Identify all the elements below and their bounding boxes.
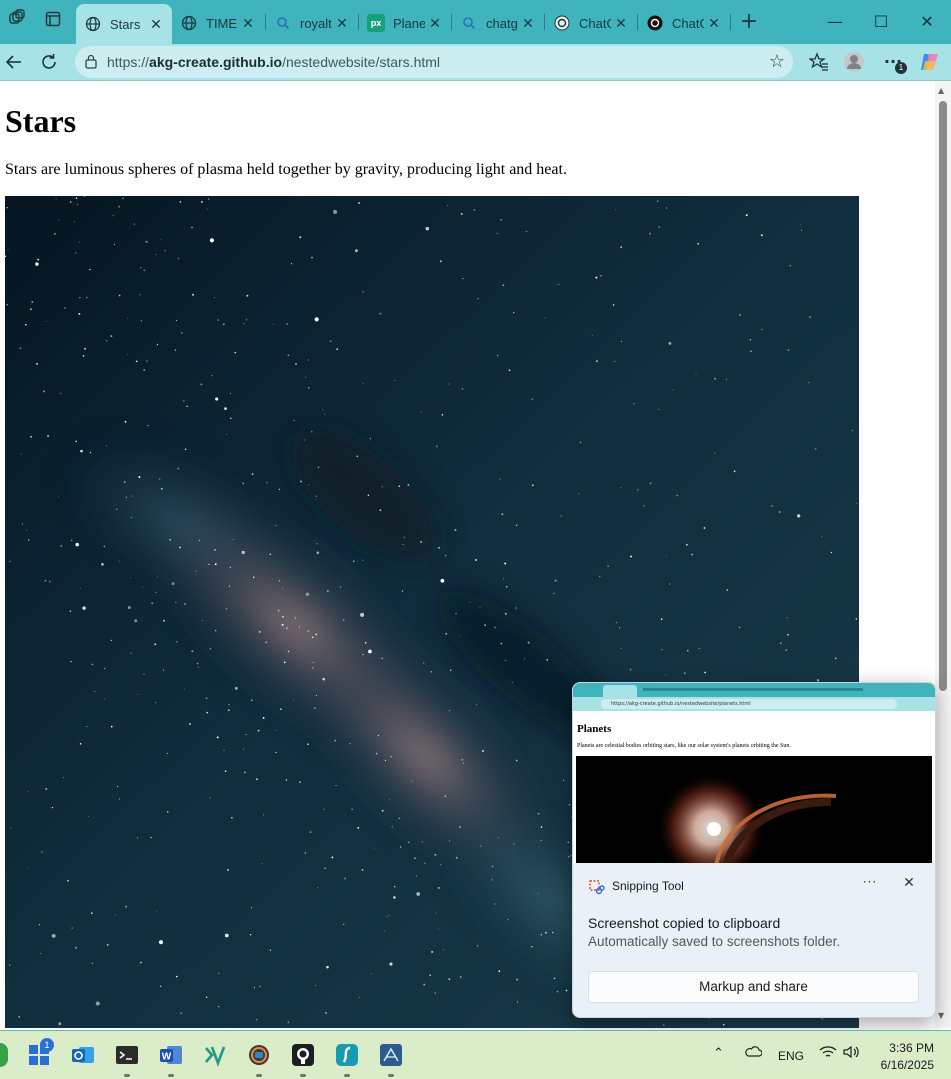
github-icon[interactable] bbox=[291, 1043, 315, 1067]
notification-heading: Screenshot copied to clipboard bbox=[588, 915, 781, 931]
wifi-icon[interactable] bbox=[819, 1045, 837, 1062]
close-window-button[interactable]: ✕ bbox=[904, 0, 950, 44]
refresh-button[interactable] bbox=[35, 48, 63, 76]
maximize-button[interactable]: ☐ bbox=[858, 0, 904, 44]
preview-title: Planets bbox=[577, 723, 612, 735]
chatgpt-icon bbox=[646, 14, 664, 32]
widgets-icon[interactable] bbox=[0, 1043, 8, 1067]
tab-planet[interactable]: px Planet ✕ bbox=[359, 5, 451, 41]
scroll-thumb[interactable] bbox=[939, 101, 947, 691]
profile-avatar[interactable] bbox=[840, 48, 868, 76]
tab-stars[interactable]: Stars ✕ bbox=[76, 4, 172, 44]
screenshot-preview[interactable]: https://akg-create.github.io/nestedwebsi… bbox=[573, 683, 935, 863]
close-tab-icon[interactable]: ✕ bbox=[146, 16, 166, 33]
new-tab-button[interactable]: + bbox=[736, 9, 762, 35]
search-icon bbox=[460, 14, 478, 32]
close-tab-icon[interactable]: ✕ bbox=[704, 15, 724, 32]
tab-strip: Stars ✕ TIME I ✕ royalty ✕ px Planet ✕ c… bbox=[0, 0, 951, 44]
tab-title: ChatG bbox=[579, 15, 611, 31]
terminal-icon[interactable] bbox=[115, 1043, 139, 1067]
notification-app-name: Snipping Tool bbox=[612, 879, 684, 893]
planet-eclipse-image bbox=[576, 756, 932, 863]
sql-icon[interactable] bbox=[379, 1043, 403, 1067]
tab-chatgpt-2[interactable]: ChatG ✕ bbox=[638, 5, 730, 41]
back-button[interactable] bbox=[0, 48, 28, 76]
url-text[interactable]: https://akg-create.github.io/nestedwebsi… bbox=[107, 54, 440, 70]
markup-and-share-button[interactable]: Markup and share bbox=[588, 971, 919, 1003]
running-indicator bbox=[256, 1074, 262, 1077]
pexels-icon: px bbox=[367, 14, 385, 32]
url-scheme: https:// bbox=[107, 54, 150, 70]
tab-time[interactable]: TIME I ✕ bbox=[172, 5, 264, 41]
running-indicator bbox=[344, 1074, 350, 1077]
preview-description: Planets are celestial bodies orbiting st… bbox=[577, 743, 791, 749]
vertical-scrollbar[interactable]: ▲ ▼ bbox=[935, 81, 951, 1028]
notification-more-button[interactable]: ··· bbox=[859, 875, 881, 889]
clock-time[interactable]: 3:36 PM bbox=[889, 1041, 934, 1055]
running-indicator bbox=[300, 1074, 306, 1077]
tab-chatgpt-search[interactable]: chatgp ✕ bbox=[452, 5, 544, 41]
tab-title: royalty bbox=[300, 15, 332, 31]
lock-icon[interactable] bbox=[85, 54, 97, 73]
onedrive-icon[interactable] bbox=[744, 1045, 763, 1060]
surfshark-icon[interactable] bbox=[335, 1043, 359, 1067]
tab-separator bbox=[730, 14, 731, 30]
minimize-button[interactable]: — bbox=[812, 0, 858, 44]
outlook-icon[interactable] bbox=[71, 1043, 95, 1067]
tab-title: chatgp bbox=[486, 15, 518, 31]
workspaces-icon[interactable] bbox=[4, 9, 30, 35]
browser-toolbar: https://akg-create.github.io/nestedwebsi… bbox=[0, 44, 951, 80]
notification-badge: 1 bbox=[895, 62, 907, 74]
close-tab-icon[interactable]: ✕ bbox=[332, 15, 352, 32]
start-badge: 1 bbox=[40, 1038, 54, 1052]
snipping-tool-notification[interactable]: https://akg-create.github.io/nestedwebsi… bbox=[572, 682, 936, 1018]
page-description: Stars are luminous spheres of plasma hel… bbox=[5, 161, 567, 178]
running-indicator bbox=[388, 1074, 394, 1077]
snip-icon[interactable] bbox=[247, 1043, 271, 1067]
notification-subtext: Automatically saved to screenshots folde… bbox=[588, 934, 841, 949]
scroll-down-icon[interactable]: ▼ bbox=[938, 1011, 944, 1020]
preview-tab-strip bbox=[573, 683, 935, 697]
close-tab-icon[interactable]: ✕ bbox=[518, 15, 538, 32]
tab-title: Stars bbox=[110, 16, 141, 32]
tab-chatgpt-1[interactable]: ChatG ✕ bbox=[545, 5, 637, 41]
tab-royalty[interactable]: royalty ✕ bbox=[266, 5, 358, 41]
close-tab-icon[interactable]: ✕ bbox=[611, 15, 631, 32]
add-favorite-icon[interactable]: ☆ bbox=[769, 51, 785, 72]
preview-url: https://akg-create.github.io/nestedwebsi… bbox=[601, 699, 897, 709]
tab-title: TIME I bbox=[206, 15, 238, 31]
tab-title: Planet bbox=[393, 15, 425, 31]
word-icon[interactable]: W bbox=[159, 1043, 183, 1067]
running-indicator bbox=[168, 1074, 174, 1077]
favorites-button[interactable] bbox=[805, 48, 833, 76]
running-indicator bbox=[124, 1074, 130, 1077]
search-icon bbox=[274, 14, 292, 32]
show-hidden-icons-icon[interactable]: ⌃ bbox=[713, 1045, 724, 1061]
chatgpt-icon bbox=[553, 14, 571, 32]
volume-icon[interactable] bbox=[843, 1045, 859, 1062]
vscode-icon[interactable] bbox=[203, 1043, 227, 1067]
globe-icon bbox=[180, 14, 198, 32]
clock-date[interactable]: 6/16/2025 bbox=[881, 1058, 934, 1072]
close-tab-icon[interactable]: ✕ bbox=[425, 15, 445, 32]
close-tab-icon[interactable]: ✕ bbox=[238, 15, 258, 32]
scroll-up-icon[interactable]: ▲ bbox=[938, 86, 944, 95]
notification-close-button[interactable]: ✕ bbox=[899, 875, 919, 891]
language-indicator[interactable]: ENG bbox=[778, 1049, 804, 1063]
svg-text:W: W bbox=[162, 1052, 172, 1063]
start-button[interactable]: 1 bbox=[27, 1038, 54, 1067]
settings-more-button[interactable]: ··· 1 bbox=[876, 48, 910, 76]
snipping-tool-icon bbox=[589, 880, 605, 900]
address-bar[interactable]: https://akg-create.github.io/nestedwebsi… bbox=[75, 46, 793, 78]
page-title: Stars bbox=[5, 103, 77, 139]
url-path: /nestedwebsite/stars.html bbox=[282, 54, 441, 70]
copilot-icon[interactable] bbox=[915, 48, 943, 76]
taskbar: 1 W ⌃ ENG 3:36 PM 6/16/2025 bbox=[0, 1030, 951, 1079]
tab-actions-icon[interactable] bbox=[40, 9, 66, 35]
tab-title: ChatG bbox=[672, 15, 704, 31]
globe-icon bbox=[84, 15, 102, 33]
url-host: akg-create.github.io bbox=[149, 54, 283, 70]
